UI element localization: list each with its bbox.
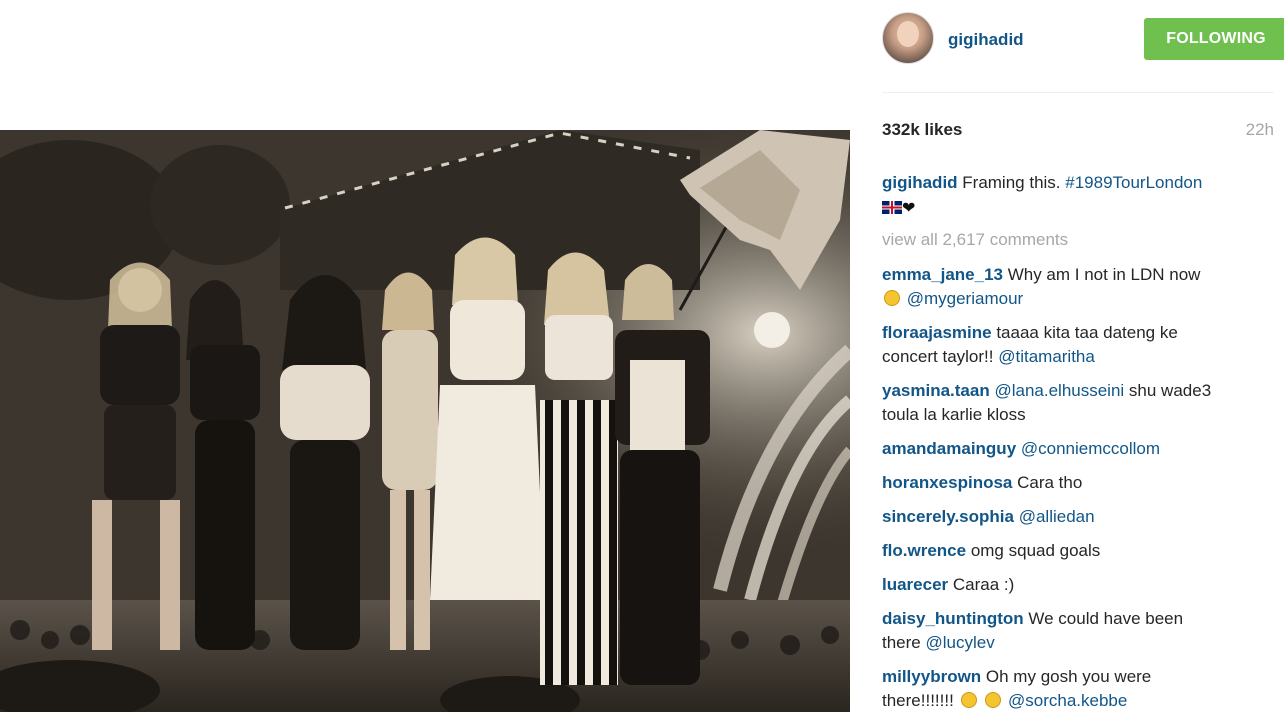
post-author-username[interactable]: gigihadid — [948, 30, 1024, 50]
comment-username[interactable]: flo.wrence — [882, 541, 966, 560]
comment-username[interactable]: sincerely.sophia — [882, 507, 1014, 526]
comment-text: Oh my gosh you were — [981, 667, 1152, 686]
comment-text: shu wade3 — [1124, 381, 1212, 400]
comment: floraajasmine taaaa kita taa dateng ke c… — [882, 321, 1274, 369]
comment: daisy_huntington We could have been ther… — [882, 607, 1274, 655]
comment-text: omg squad goals — [966, 541, 1101, 560]
comment-mention[interactable]: @titamaritha — [998, 347, 1095, 366]
post-photo[interactable] — [0, 130, 850, 712]
post-age[interactable]: 22h — [1246, 120, 1274, 140]
black-heart-icon: ❤ — [902, 200, 916, 217]
likes-row: 332k likes 22h — [882, 120, 1274, 142]
comment: flo.wrence omg squad goals — [882, 539, 1274, 563]
comment-text: We could have been — [1023, 609, 1184, 628]
comment-text: taaaa kita taa dateng ke — [991, 323, 1178, 342]
comment-username[interactable]: amandamainguy — [882, 439, 1016, 458]
comment-username[interactable]: daisy_huntington — [882, 609, 1024, 628]
comment-username[interactable]: millyybrown — [882, 667, 981, 686]
following-button[interactable]: FOLLOWING — [1144, 18, 1284, 60]
comment-text-line2: concert taylor!! — [882, 347, 999, 366]
post-caption: gigihadid Framing this. #1989TourLondon … — [882, 170, 1274, 221]
disappointed-face-icon — [884, 290, 900, 306]
comment-mention[interactable]: @lucylev — [925, 633, 994, 652]
comment-mention[interactable]: @conniemccollom — [1021, 439, 1160, 458]
caption-hashtag[interactable]: #1989TourLondon — [1065, 173, 1202, 192]
comment: emma_jane_13 Why am I not in LDN now @my… — [882, 263, 1274, 311]
post-photo-area — [0, 0, 850, 720]
caption-username[interactable]: gigihadid — [882, 173, 958, 192]
comment-username[interactable]: emma_jane_13 — [882, 265, 1003, 284]
comment-mention[interactable]: @sorcha.kebbe — [1008, 691, 1127, 710]
comment: horanxespinosa Cara tho — [882, 471, 1274, 495]
comment-text: Cara tho — [1012, 473, 1083, 492]
comment-mention[interactable]: @mygeriamour — [907, 289, 1023, 308]
comment-text-line2: there — [882, 633, 926, 652]
comment: amandamainguy @conniemccollom — [882, 437, 1274, 461]
comment-username[interactable]: horanxespinosa — [882, 473, 1012, 492]
screaming-face-icon — [960, 692, 977, 708]
screaming-face-icon — [985, 692, 1002, 708]
comment-username[interactable]: floraajasmine — [882, 323, 992, 342]
post-side-panel: gigihadid FOLLOWING 332k likes 22h gigih… — [868, 0, 1284, 720]
comment-text: Why am I not in LDN now — [1002, 265, 1201, 284]
view-all-comments-link[interactable]: view all 2,617 comments — [882, 230, 1068, 250]
comment-text-line2: there!!!!!!! — [882, 691, 959, 710]
comment: luarecer Caraa :) — [882, 573, 1274, 597]
comment-text-line2: toula la karlie kloss — [882, 405, 1026, 424]
likes-count[interactable]: 332k likes — [882, 120, 962, 140]
header-divider — [882, 92, 1274, 93]
comment-mention[interactable]: @alliedan — [1019, 507, 1095, 526]
comment-text: Caraa :) — [948, 575, 1015, 594]
comment-mention[interactable]: @lana.elhusseini — [994, 381, 1124, 400]
comment: yasmina.taan @lana.elhusseini shu wade3 … — [882, 379, 1274, 427]
comment-username[interactable]: luarecer — [882, 575, 948, 594]
post-header: gigihadid FOLLOWING — [882, 12, 1284, 68]
avatar[interactable] — [882, 12, 934, 64]
uk-flag-icon — [882, 201, 902, 214]
comment: sincerely.sophia @alliedan — [882, 505, 1274, 529]
comment: millyybrown Oh my gosh you were there!!!… — [882, 665, 1274, 713]
comment-username[interactable]: yasmina.taan — [882, 381, 990, 400]
comments-list: emma_jane_13 Why am I not in LDN now @my… — [882, 263, 1274, 720]
caption-text: Framing this. — [957, 173, 1066, 192]
photo-illustration — [0, 130, 850, 712]
